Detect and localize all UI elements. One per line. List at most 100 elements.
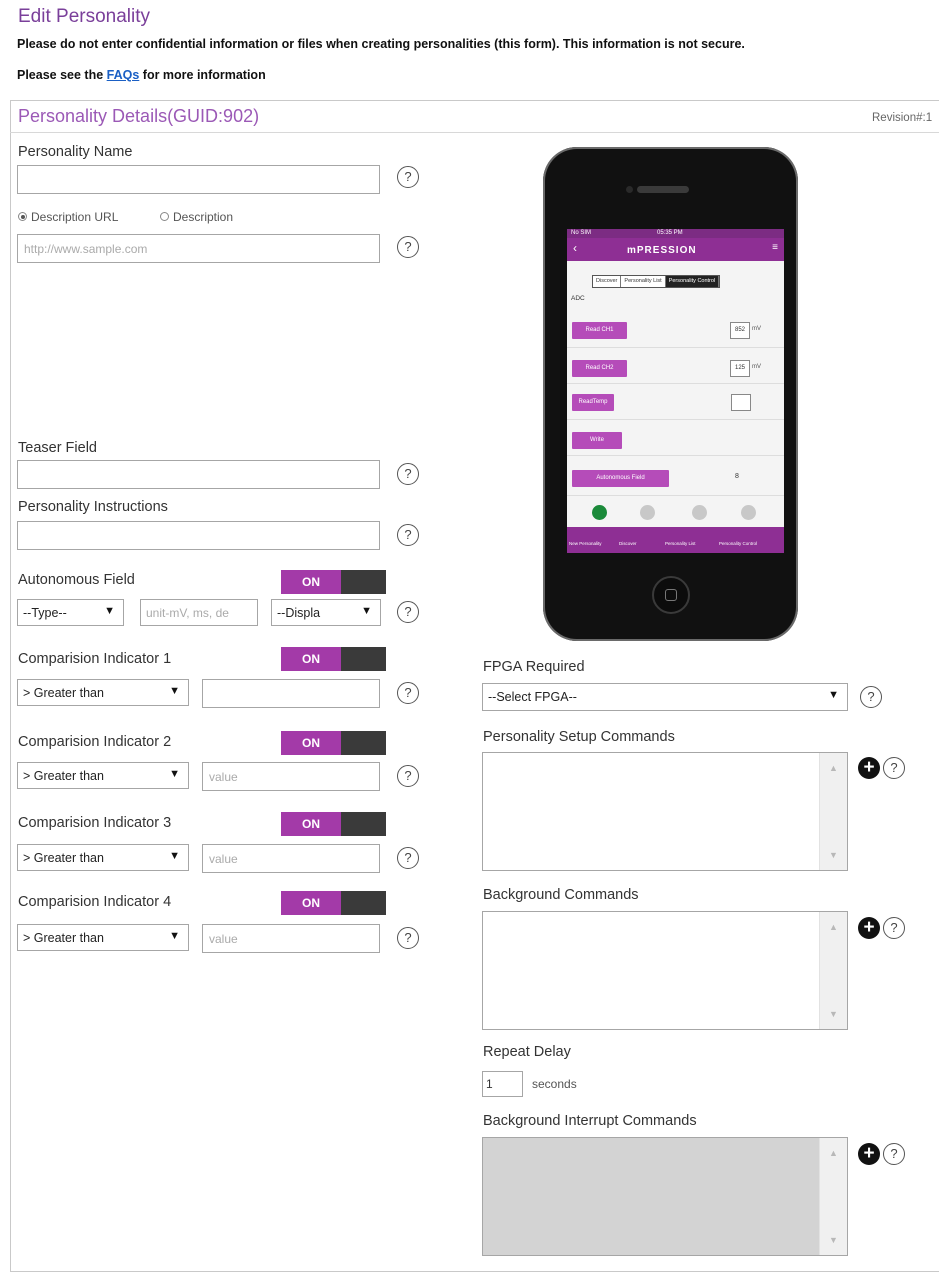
phone-home-button: [652, 576, 690, 614]
description-label: Description: [173, 210, 234, 224]
phone-section-label: ADC: [571, 295, 585, 302]
personality-instructions-input[interactable]: [17, 521, 380, 550]
add-interrupt-command-icon[interactable]: +: [858, 1143, 880, 1165]
repeat-delay-unit: seconds: [532, 1077, 577, 1091]
comparison-3-operator-select[interactable]: > Greater than ▼: [17, 844, 189, 871]
help-icon[interactable]: ?: [397, 927, 419, 949]
dropdown-arrow-icon: ▼: [169, 930, 180, 942]
scroll-down-icon: ▼: [829, 1009, 838, 1019]
dropdown-arrow-icon: ▼: [361, 605, 372, 617]
comparison-2-operator-select[interactable]: > Greater than ▼: [17, 762, 189, 789]
autonomous-toggle[interactable]: ON: [281, 570, 386, 594]
help-icon[interactable]: ?: [397, 463, 419, 485]
faq-notice: Please see the FAQs for more information: [17, 68, 266, 82]
phone-temp-value: [731, 394, 751, 411]
comparison-indicator-3-label: Comparision Indicator 3: [18, 815, 172, 831]
comparison-1-operator-select[interactable]: > Greater than ▼: [17, 679, 189, 706]
phone-camera: [626, 186, 633, 193]
scroll-up-icon: ▲: [829, 1148, 838, 1158]
description-url-input[interactable]: http://www.sample.com: [17, 234, 380, 263]
phone-unit: mV: [752, 326, 761, 332]
scrollbar[interactable]: ▲ ▼: [819, 912, 847, 1029]
comparison-4-value-input[interactable]: value: [202, 924, 380, 953]
help-icon[interactable]: ?: [397, 847, 419, 869]
menu-icon: ≡: [772, 242, 778, 253]
description-url-label: Description URL: [31, 210, 119, 224]
dropdown-arrow-icon: ▼: [169, 685, 180, 697]
fpga-select[interactable]: --Select FPGA-- ▼: [482, 683, 848, 711]
comparison-1-value-input[interactable]: [202, 679, 380, 708]
comparison-indicator-4-label: Comparision Indicator 4: [18, 894, 172, 910]
help-icon[interactable]: ?: [397, 601, 419, 623]
help-icon[interactable]: ?: [397, 236, 419, 258]
phone-status-dot: [640, 505, 655, 520]
display-select[interactable]: --Displa ▼: [271, 599, 381, 626]
add-background-command-icon[interactable]: +: [858, 917, 880, 939]
phone-ch2-value: 125: [730, 360, 750, 377]
help-icon[interactable]: ?: [397, 765, 419, 787]
scroll-down-icon: ▼: [829, 850, 838, 860]
dropdown-arrow-icon: ▼: [104, 605, 115, 617]
help-icon[interactable]: ?: [883, 1143, 905, 1165]
comparison-indicator-1-toggle[interactable]: ON: [281, 647, 386, 671]
phone-speaker: [637, 186, 689, 193]
add-setup-command-icon[interactable]: +: [858, 757, 880, 779]
comparison-indicator-4-toggle[interactable]: ON: [281, 891, 386, 915]
repeat-delay-input[interactable]: 1: [482, 1071, 523, 1097]
back-icon: ‹: [573, 241, 577, 255]
revision-label: Revision#:1: [872, 112, 933, 124]
help-icon[interactable]: ?: [397, 682, 419, 704]
comparison-3-value-input[interactable]: value: [202, 844, 380, 873]
personality-name-input[interactable]: [17, 165, 380, 194]
background-interrupt-commands-textarea[interactable]: ▲ ▼: [482, 1137, 848, 1256]
description-radio[interactable]: [160, 212, 169, 221]
help-icon[interactable]: ?: [397, 166, 419, 188]
help-icon[interactable]: ?: [860, 686, 882, 708]
description-url-radio[interactable]: [18, 212, 27, 221]
comparison-2-value-input[interactable]: value: [202, 762, 380, 791]
scroll-up-icon: ▲: [829, 763, 838, 773]
scrollbar[interactable]: ▲ ▼: [819, 753, 847, 870]
phone-read-ch2-button: Read CH2: [572, 360, 627, 377]
toggle-on-label: ON: [281, 570, 341, 594]
phone-screen: No SIM 05:35 PM ‹ ≡ mPRESSION Discover P…: [567, 229, 784, 553]
faqs-link[interactable]: FAQs: [107, 68, 140, 82]
type-select[interactable]: --Type-- ▼: [17, 599, 124, 626]
scroll-up-icon: ▲: [829, 922, 838, 932]
phone-app-logo: mPRESSION: [627, 245, 697, 256]
toggle-on-label: ON: [281, 647, 341, 671]
repeat-delay-label: Repeat Delay: [483, 1044, 571, 1060]
phone-autonomous-value: 8: [735, 473, 739, 480]
phone-autonomous-field-button: Autonomous Field: [572, 470, 669, 487]
personality-instructions-label: Personality Instructions: [18, 499, 168, 515]
comparison-indicator-1-label: Comparision Indicator 1: [18, 651, 172, 667]
phone-bottom-nav: New Personality Discover Personality Lis…: [567, 527, 784, 553]
phone-status-dot: [592, 505, 607, 520]
phone-unit: mV: [752, 364, 761, 370]
background-commands-textarea[interactable]: ▲ ▼: [482, 911, 848, 1030]
help-icon[interactable]: ?: [883, 757, 905, 779]
autonomous-field-label: Autonomous Field: [18, 572, 135, 588]
dropdown-arrow-icon: ▼: [169, 850, 180, 862]
help-icon[interactable]: ?: [397, 524, 419, 546]
phone-status-dot: [741, 505, 756, 520]
dropdown-arrow-icon: ▼: [828, 689, 839, 701]
comparison-indicator-2-label: Comparision Indicator 2: [18, 734, 172, 750]
comparison-indicator-3-toggle[interactable]: ON: [281, 812, 386, 836]
panel-title: Personality Details(GUID:902): [18, 106, 260, 126]
dropdown-arrow-icon: ▼: [169, 768, 180, 780]
page-title: Edit Personality: [18, 6, 151, 27]
scrollbar[interactable]: ▲ ▼: [819, 1138, 847, 1255]
phone-readtemp-button: ReadTemp: [572, 394, 614, 411]
help-icon[interactable]: ?: [883, 917, 905, 939]
comparison-indicator-2-toggle[interactable]: ON: [281, 731, 386, 755]
personality-setup-commands-textarea[interactable]: ▲ ▼: [482, 752, 848, 871]
phone-tabs: Discover Personality List Personality Co…: [592, 275, 721, 288]
comparison-4-operator-select[interactable]: > Greater than ▼: [17, 924, 189, 951]
teaser-field-input[interactable]: [17, 460, 380, 489]
phone-read-ch1-button: Read CH1: [572, 322, 627, 339]
scroll-down-icon: ▼: [829, 1235, 838, 1245]
unit-input[interactable]: unit-mV, ms, de: [140, 599, 258, 626]
toggle-on-label: ON: [281, 731, 341, 755]
phone-ch1-value: 852: [730, 322, 750, 339]
